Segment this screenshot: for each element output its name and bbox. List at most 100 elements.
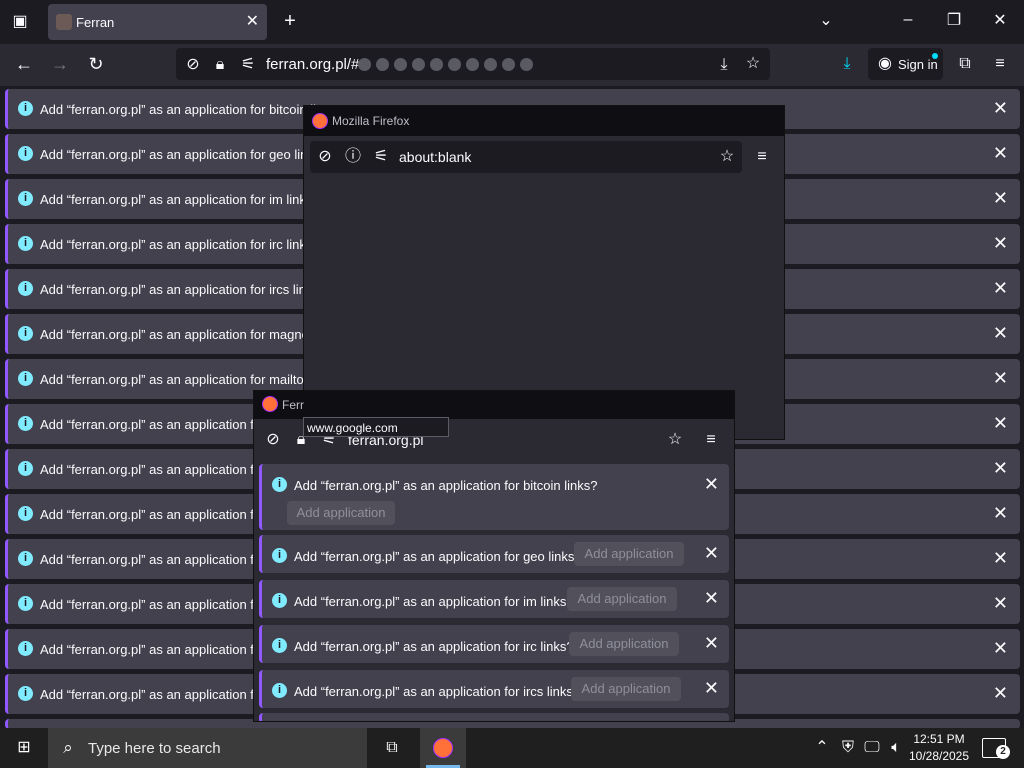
search-icon: ⌕ xyxy=(63,738,73,757)
close-notification-icon[interactable]: ✕ xyxy=(993,188,1008,209)
taskbar-search[interactable]: ⌕ Type here to search xyxy=(48,728,367,768)
task-view-icon[interactable]: ⧉ xyxy=(382,738,402,758)
info-icon: i xyxy=(18,416,33,431)
tab-favicon-icon xyxy=(56,14,72,30)
tab-list-icon[interactable]: ▣ xyxy=(10,12,30,32)
title-bar: ▣ Ferran ✕ + ⌄ – ❐ ✕ xyxy=(0,0,1024,44)
info-icon: i xyxy=(18,326,33,341)
forward-icon[interactable]: → xyxy=(50,54,70,74)
close-notification-icon[interactable]: ✕ xyxy=(704,588,719,609)
close-notification-icon[interactable]: ✕ xyxy=(993,503,1008,524)
tracking-protection-icon[interactable]: ⊘ xyxy=(183,55,203,75)
info-icon: i xyxy=(18,236,33,251)
taskbar-clock[interactable]: 12:51 PM 10/28/2025 xyxy=(908,731,970,765)
info-icon: i xyxy=(18,101,33,116)
network-icon[interactable]: 🖵︎ xyxy=(862,738,882,758)
notification-message: Add “ferran.org.pl” as an application fo… xyxy=(40,642,276,657)
add-application-button[interactable]: Add application xyxy=(574,542,684,566)
close-notification-icon[interactable]: ✕ xyxy=(993,593,1008,614)
notification-count: 2 xyxy=(996,745,1010,759)
close-notification-icon[interactable]: ✕ xyxy=(704,474,719,495)
close-notification-icon[interactable]: ✕ xyxy=(993,323,1008,344)
info-icon: i xyxy=(18,551,33,566)
popup-url-text[interactable]: about:blank xyxy=(399,149,471,165)
popup-title: Mozilla Firefox xyxy=(332,114,410,128)
clock-time: 12:51 PM xyxy=(913,732,965,746)
tracking-protection-icon[interactable]: ⊘ xyxy=(316,147,334,167)
sign-in-button[interactable]: ◉ Sign in xyxy=(868,48,943,80)
close-notification-icon[interactable]: ✕ xyxy=(993,413,1008,434)
permissions-icon[interactable]: ⚟ xyxy=(372,147,390,167)
close-notification-icon[interactable]: ✕ xyxy=(704,633,719,654)
permissions-icon[interactable]: ⚟ xyxy=(238,55,258,75)
info-icon: i xyxy=(18,506,33,521)
info-icon: i xyxy=(18,146,33,161)
windows-start-icon[interactable]: ⊞ xyxy=(14,738,34,758)
info-icon: i xyxy=(272,683,287,698)
add-application-button[interactable]: Add application xyxy=(569,632,679,656)
menu-icon[interactable]: ≡ xyxy=(990,54,1010,74)
popup-title: Ferr xyxy=(282,398,304,412)
tracking-protection-icon[interactable]: ⊘ xyxy=(264,430,282,450)
install-app-icon[interactable]: ⤓ xyxy=(714,55,734,75)
close-notification-icon[interactable]: ✕ xyxy=(993,143,1008,164)
info-icon: i xyxy=(18,191,33,206)
menu-icon[interactable]: ≡ xyxy=(752,147,772,167)
close-notification-icon[interactable]: ✕ xyxy=(993,278,1008,299)
url-emoji-fragment xyxy=(358,58,533,71)
popup-notification-bar-partial xyxy=(259,713,729,721)
extensions-icon[interactable]: ⧉ xyxy=(955,54,975,74)
info-icon[interactable]: ⓘ xyxy=(344,147,362,167)
close-notification-icon[interactable]: ✕ xyxy=(704,543,719,564)
security-tray-icon[interactable]: ⛨ xyxy=(838,738,858,758)
lock-icon[interactable]: 🔒︎ xyxy=(210,55,230,75)
search-placeholder: Type here to search xyxy=(88,740,221,757)
popup-notification-bar: i Add “ferran.org.pl” as an application f… xyxy=(259,670,729,708)
notification-message: Add “ferran.org.pl” as an application fo… xyxy=(40,687,276,702)
url-text[interactable]: ferran.org.pl/# xyxy=(266,56,359,73)
close-notification-icon[interactable]: ✕ xyxy=(993,458,1008,479)
popup-notification-bar: i Add “ferran.org.pl” as an application f… xyxy=(259,625,729,663)
add-application-button[interactable]: Add application xyxy=(287,501,395,525)
bookmark-star-icon[interactable]: ☆ xyxy=(743,54,763,74)
info-icon: i xyxy=(18,371,33,386)
list-all-tabs-icon[interactable]: ⌄ xyxy=(816,11,836,31)
notification-message: Add “ferran.org.pl” as an application fo… xyxy=(294,478,598,493)
notification-message: Add “ferran.org.pl” as an application fo… xyxy=(294,639,574,654)
show-hidden-icons-icon[interactable]: ⌃ xyxy=(812,738,832,758)
close-notification-icon[interactable]: ✕ xyxy=(993,98,1008,119)
minimize-icon[interactable]: – xyxy=(898,10,918,30)
tab-ferran[interactable]: Ferran ✕ xyxy=(48,4,267,40)
bookmark-star-icon[interactable]: ☆ xyxy=(718,147,736,167)
sign-in-label: Sign in xyxy=(898,57,938,72)
close-tab-icon[interactable]: ✕ xyxy=(246,11,259,31)
close-notification-icon[interactable]: ✕ xyxy=(993,233,1008,254)
maximize-icon[interactable]: ❐ xyxy=(944,11,964,31)
notification-center-icon[interactable]: 2 xyxy=(982,738,1010,759)
popup-notification-bar: i Add “ferran.org.pl” as an application f… xyxy=(259,580,729,618)
bookmark-star-icon[interactable]: ☆ xyxy=(666,430,684,450)
notification-message: Add “ferran.org.pl” as an application fo… xyxy=(40,597,276,612)
popup-window-ferran[interactable]: Ferr ⊘ 🔒︎ ⚟ ferran.org.pl ☆ ≡ i Add “ferr… xyxy=(253,390,735,722)
downloads-icon[interactable]: ⤓ xyxy=(837,54,857,74)
link-tooltip: www.google.com xyxy=(303,417,449,437)
popup-url-bar[interactable]: ⊘ ⓘ ⚟ about:blank ☆ xyxy=(310,141,742,173)
add-application-button[interactable]: Add application xyxy=(567,587,677,611)
back-icon[interactable]: ← xyxy=(14,54,34,74)
close-notification-icon[interactable]: ✕ xyxy=(993,368,1008,389)
close-window-icon[interactable]: ✕ xyxy=(990,11,1010,31)
popup-notification-bar: i Add “ferran.org.pl” as an application f… xyxy=(259,464,729,530)
notification-message: Add “ferran.org.pl” as an application fo… xyxy=(294,684,581,699)
menu-icon[interactable]: ≡ xyxy=(702,430,720,450)
add-application-button[interactable]: Add application xyxy=(571,677,681,701)
close-notification-icon[interactable]: ✕ xyxy=(993,683,1008,704)
info-icon: i xyxy=(272,548,287,563)
close-notification-icon[interactable]: ✕ xyxy=(993,638,1008,659)
close-notification-icon[interactable]: ✕ xyxy=(704,678,719,699)
taskbar-firefox-button[interactable] xyxy=(420,728,466,768)
volume-muted-icon[interactable]: 🔈︎ xyxy=(886,738,906,758)
reload-icon[interactable]: ↻ xyxy=(86,54,106,74)
close-notification-icon[interactable]: ✕ xyxy=(993,548,1008,569)
firefox-logo-icon xyxy=(312,113,328,129)
new-tab-icon[interactable]: + xyxy=(280,11,300,31)
